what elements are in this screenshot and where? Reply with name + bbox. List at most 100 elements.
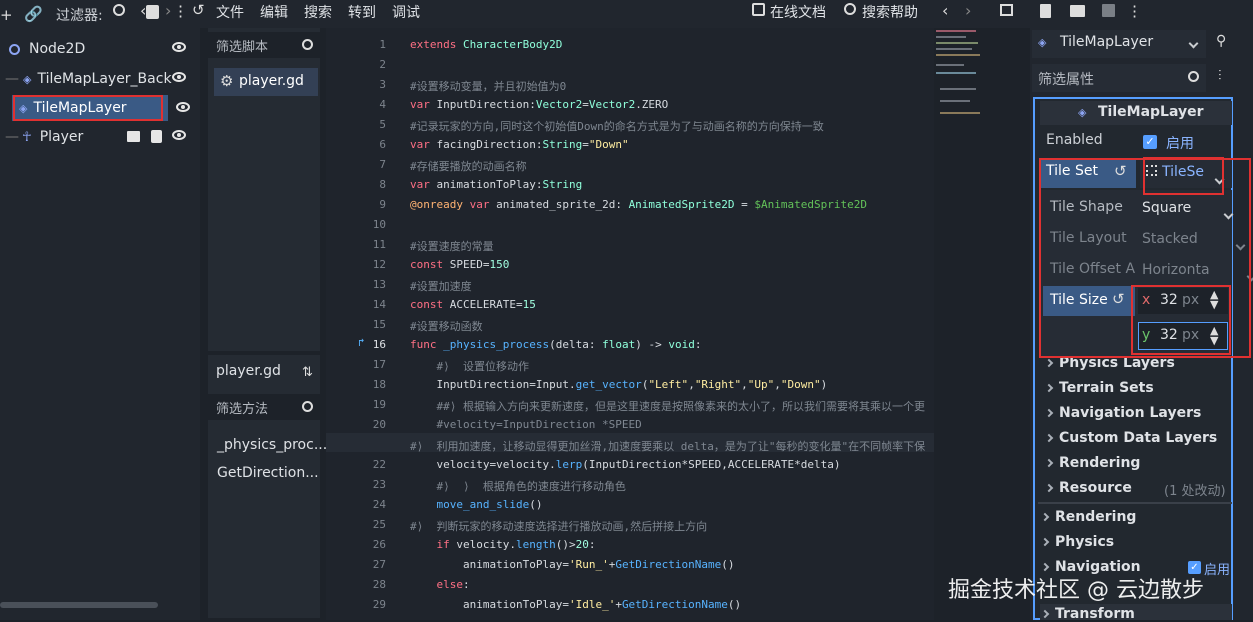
forward-icon[interactable]: ›: [165, 1, 171, 20]
menu-search[interactable]: 搜索: [304, 2, 332, 22]
history-icon[interactable]: ↺: [192, 1, 205, 19]
visibility-icon[interactable]: [176, 102, 190, 112]
node-label: Player: [39, 129, 84, 145]
distraction-free-icon[interactable]: [1000, 4, 1013, 16]
section-label: Physics Layers: [1059, 355, 1175, 371]
section-navigation-layers[interactable]: Navigation Layers: [1044, 405, 1201, 421]
search-icon[interactable]: [113, 4, 125, 16]
spin-icon[interactable]: ▲ ▼: [1210, 289, 1218, 310]
script-list-panel: 筛选脚本 ⚙ player.gd player.gd ⇅ 筛选方法 _physi…: [208, 28, 327, 618]
section-label: Resource: [1059, 480, 1132, 496]
tilemap-icon: ◈: [1038, 36, 1047, 49]
line-number: 19: [372, 398, 386, 411]
spin-icon[interactable]: ▲ ▼: [1210, 325, 1218, 346]
back-icon[interactable]: ‹: [942, 1, 948, 20]
code-line: #⟩ 设置位移动作: [410, 360, 529, 373]
section-label: Terrain Sets: [1059, 380, 1154, 396]
menu-goto[interactable]: 转到: [348, 2, 376, 22]
save-icon[interactable]: [1102, 4, 1115, 17]
y-value: 32: [1160, 327, 1178, 343]
section-rendering-sub[interactable]: Rendering: [1044, 455, 1140, 471]
line-number: 23: [372, 478, 386, 491]
x-value: 32: [1160, 292, 1178, 308]
section-rendering[interactable]: Rendering: [1040, 509, 1136, 525]
tree-item-player[interactable]: — ☥ Player: [0, 124, 196, 150]
chevron-right-icon: [1040, 512, 1050, 522]
gear-icon: ⚙: [220, 72, 234, 90]
script-item-player[interactable]: ⚙ player.gd: [214, 68, 318, 96]
code-line: var animationToPlay:String: [410, 178, 583, 191]
code-line: #记录玩家的方向,同时这个初始值Down的命名方式是为了与动画名称的方向保持一致: [410, 120, 824, 133]
online-docs-button[interactable]: 在线文档: [770, 2, 826, 22]
tile-offset-dropdown[interactable]: Horizonta: [1142, 262, 1210, 278]
search-icon: [1188, 71, 1199, 82]
more-icon[interactable]: · · ·: [178, 0, 183, 25]
add-node-icon[interactable]: +: [0, 6, 13, 24]
script-icon[interactable]: [151, 130, 162, 143]
section-resource[interactable]: Resource: [1044, 480, 1132, 496]
tile-size-label: Tile Size: [1050, 292, 1108, 308]
tile-size-y-field[interactable]: y 32 px ▲ ▼: [1138, 322, 1228, 350]
filter-scripts-input[interactable]: 筛选脚本: [208, 32, 320, 58]
filter-properties-placeholder: 筛选属性: [1038, 72, 1094, 88]
enabled-checkbox[interactable]: ✓: [1143, 135, 1157, 149]
visibility-icon[interactable]: [172, 72, 186, 82]
menu-debug[interactable]: 调试: [392, 2, 420, 22]
revert-icon[interactable]: ↺: [1114, 162, 1127, 180]
tree-item-tilemaplayer[interactable]: ◈ TileMapLayer: [12, 95, 168, 121]
tilemap-icon: ◈: [1078, 106, 1087, 119]
line-number: 10: [372, 218, 386, 231]
visibility-icon[interactable]: [172, 130, 186, 140]
script-item-label: player.gd: [239, 73, 304, 89]
tile-size-x-field[interactable]: x 32 px ▲ ▼: [1138, 288, 1228, 314]
code-line: animationToPlay='Idle_'+GetDirectionName…: [410, 598, 742, 611]
method-item[interactable]: GetDirection...: [217, 465, 319, 481]
revert-icon[interactable]: ↺: [1112, 290, 1125, 308]
code-editor[interactable]: 1234567891011121314151617181920212223242…: [326, 28, 980, 620]
link-icon[interactable]: 🔗: [24, 5, 43, 23]
forward-icon[interactable]: ›: [965, 1, 971, 20]
tree-item-node2d[interactable]: Node2D: [0, 36, 196, 62]
tile-layout-dropdown[interactable]: Stacked: [1142, 231, 1198, 247]
watermark: 掘金技术社区 @ 云边散步: [948, 578, 1204, 603]
add-script-icon[interactable]: [146, 5, 159, 19]
back-icon[interactable]: ‹: [140, 1, 146, 20]
clapper-icon[interactable]: [127, 131, 140, 142]
sort-icon[interactable]: ⇅: [302, 365, 313, 380]
code-line: else:: [436, 578, 470, 591]
tile-shape-label: Tile Shape: [1050, 199, 1123, 215]
new-resource-icon[interactable]: [1040, 4, 1051, 18]
line-number: 25: [372, 518, 386, 531]
enabled-label: Enabled: [1046, 132, 1103, 148]
more-icon[interactable]: · · ·: [1132, 0, 1137, 25]
node-selector[interactable]: ◈ TileMapLayer: [1032, 30, 1206, 58]
tileset-icon: [1146, 165, 1157, 176]
filter-methods-input[interactable]: 筛选方法: [208, 394, 320, 420]
external-link-icon: [752, 3, 765, 16]
filter-label: 过滤器:: [56, 8, 103, 24]
search-help-button[interactable]: 搜索帮助: [862, 2, 918, 22]
node-label: Node2D: [29, 41, 86, 57]
tree-item-tilemaplayer-back[interactable]: — ◈ TileMapLayer_Back: [0, 66, 196, 92]
section-custom-data-layers[interactable]: Custom Data Layers: [1044, 430, 1217, 446]
docs-icon[interactable]: ⚲: [1216, 33, 1226, 49]
minimap[interactable]: [934, 28, 982, 228]
code-line: #⟩ ⟩ 根据角色的速度进行移动角色: [410, 480, 626, 493]
section-physics[interactable]: Physics: [1040, 534, 1114, 550]
visibility-icon[interactable]: [172, 42, 186, 52]
section-terrain-sets[interactable]: Terrain Sets: [1044, 380, 1154, 396]
tile-shape-dropdown[interactable]: Square: [1142, 200, 1191, 216]
current-script-label: player.gd: [216, 363, 281, 379]
menu-file[interactable]: 文件: [216, 2, 244, 22]
chevron-right-icon: [1044, 458, 1054, 468]
filter-options-icon[interactable]: ⫶: [1218, 68, 1222, 84]
filter-properties-input[interactable]: 筛选属性: [1032, 64, 1206, 92]
open-folder-icon[interactable]: [1070, 5, 1085, 17]
scrollbar[interactable]: [0, 602, 158, 608]
menu-edit[interactable]: 编辑: [260, 2, 288, 22]
chevron-right-icon: [1040, 609, 1050, 619]
inspector-toolbar: · · ·: [1030, 0, 1253, 28]
method-item[interactable]: _physics_proc...: [217, 437, 327, 453]
section-physics-layers[interactable]: Physics Layers: [1044, 355, 1175, 371]
node2d-icon: [9, 43, 20, 55]
